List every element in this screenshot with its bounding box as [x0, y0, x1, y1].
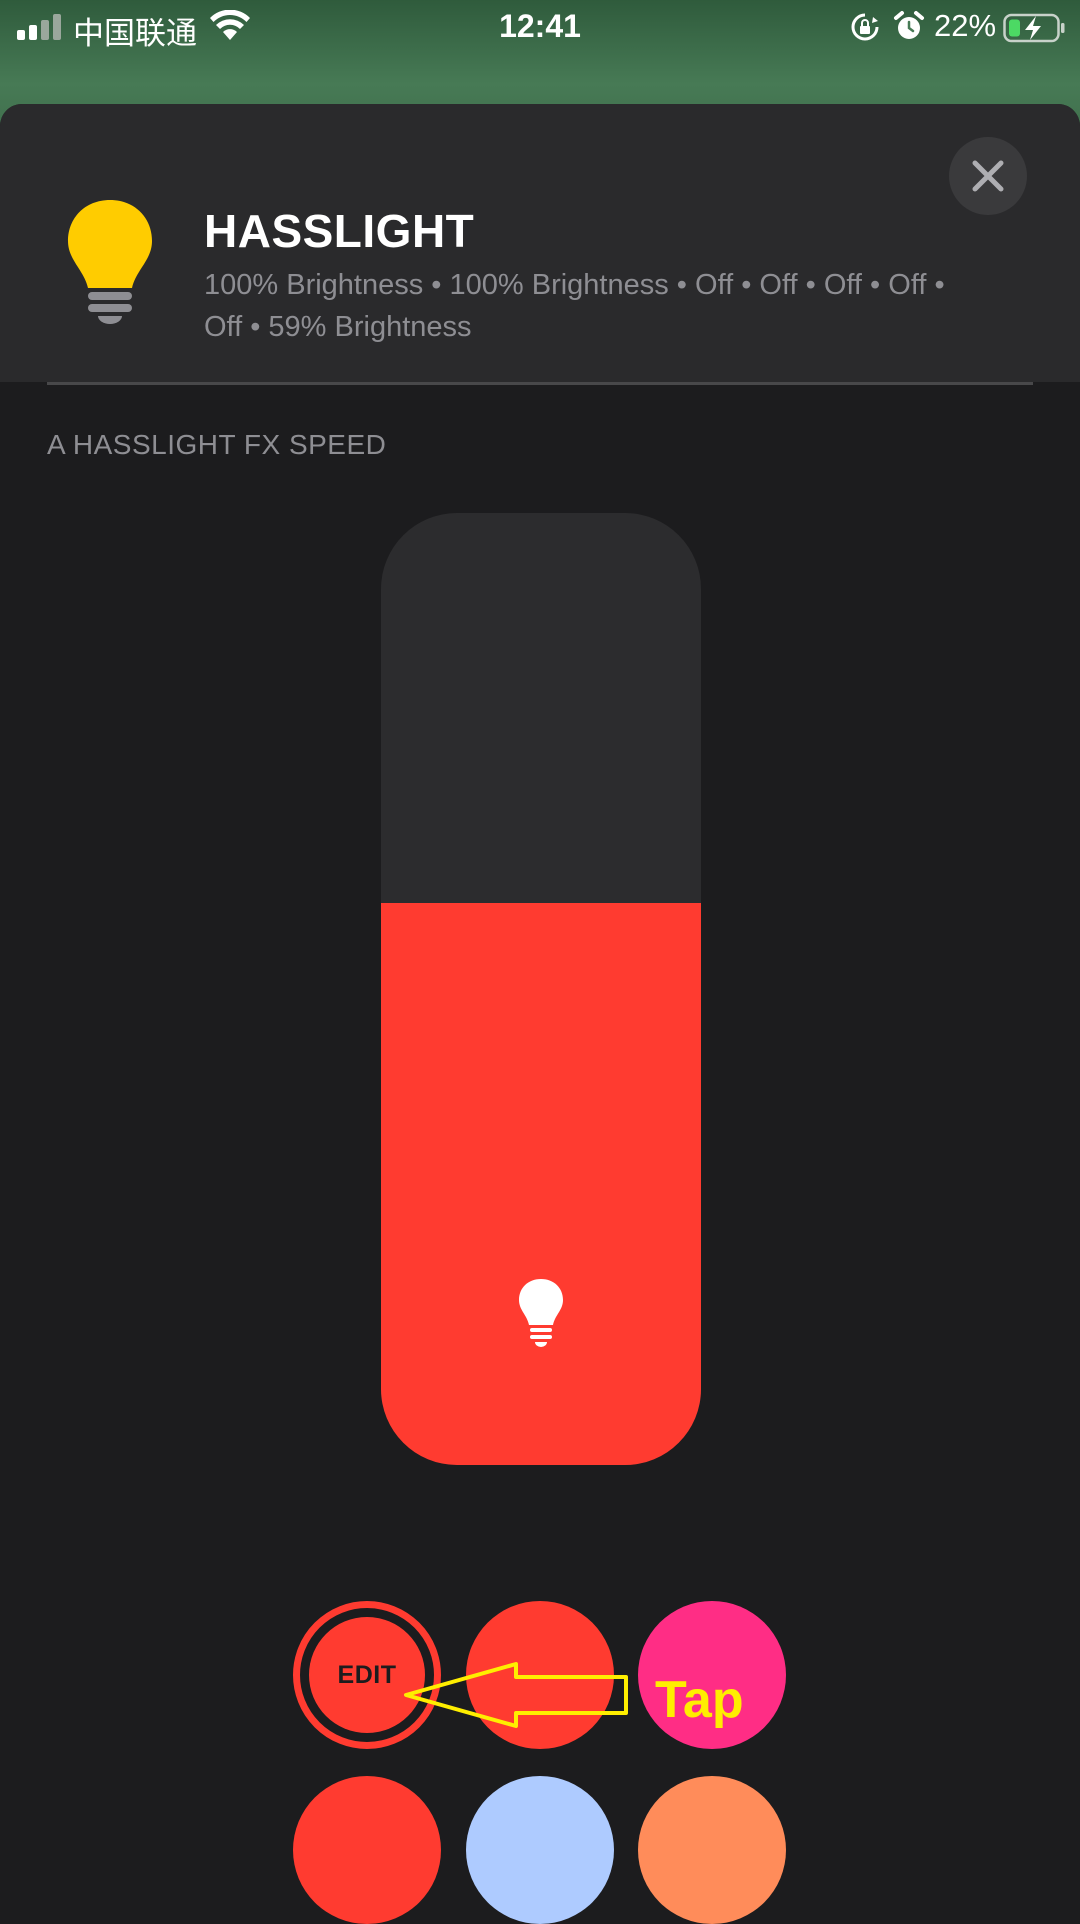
lightbulb-icon	[519, 1279, 563, 1347]
brightness-slider[interactable]	[381, 513, 701, 1465]
slider-fill	[381, 903, 701, 1465]
accessory-status: 100% Brightness • 100% Brightness • Off …	[204, 269, 945, 343]
close-icon	[972, 160, 1004, 192]
tap-annotation: Tap	[655, 1671, 744, 1729]
lightbulb-icon	[68, 200, 152, 324]
color-swatch-red-2[interactable]	[293, 1776, 441, 1924]
close-button[interactable]	[949, 137, 1027, 215]
accessory-header: HASSLIGHT 100% Brightness • 100% Brightn…	[0, 104, 1080, 382]
section-label: A HASSLIGHT FX SPEED	[47, 429, 387, 460]
edit-label: EDIT	[337, 1660, 397, 1689]
annotation-arrow-icon	[404, 1662, 628, 1728]
header-divider	[47, 382, 1033, 385]
color-swatch-light-blue[interactable]	[466, 1776, 614, 1924]
battery-charging-icon	[1003, 13, 1065, 43]
accessory-name: HASSLIGHT	[204, 205, 475, 257]
status-bar: 中国联通 12:41 22%	[0, 0, 1080, 56]
battery-percentage: 22%	[934, 8, 997, 43]
color-swatch-orange[interactable]	[638, 1776, 786, 1924]
alarm-clock-icon	[894, 11, 924, 39]
rotation-lock-icon	[851, 13, 879, 41]
